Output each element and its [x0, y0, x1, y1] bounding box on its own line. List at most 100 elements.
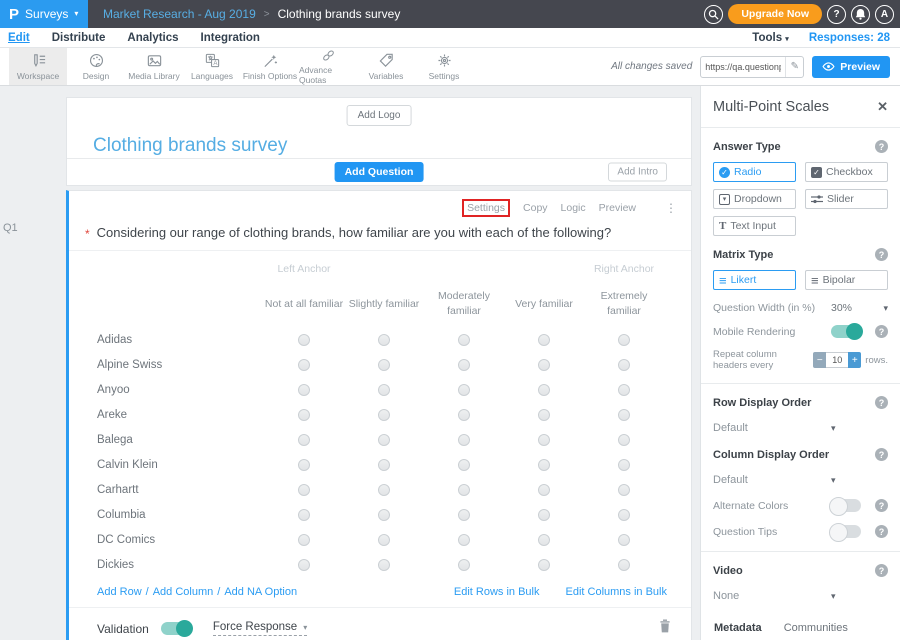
- search-button[interactable]: [704, 5, 723, 24]
- answer-type-text-input[interactable]: TText Input: [713, 216, 796, 236]
- radio-button[interactable]: [378, 559, 390, 571]
- responses-count[interactable]: Responses: 28: [809, 32, 890, 44]
- radio-button[interactable]: [378, 459, 390, 471]
- mobile-rendering-toggle[interactable]: [831, 325, 861, 338]
- question-text[interactable]: Considering our range of clothing brands…: [97, 225, 612, 240]
- radio-button[interactable]: [538, 559, 550, 571]
- add-na-option-link[interactable]: Add NA Option: [224, 586, 297, 598]
- toolbar-item-settings[interactable]: Settings: [415, 48, 473, 85]
- upgrade-now-button[interactable]: Upgrade Now: [728, 4, 822, 24]
- row-label[interactable]: Columbia: [69, 509, 264, 521]
- add-row-link[interactable]: Add Row: [97, 586, 142, 598]
- radio-button[interactable]: [298, 459, 310, 471]
- kebab-menu-icon[interactable]: ⋮: [665, 201, 677, 215]
- radio-button[interactable]: [378, 384, 390, 396]
- radio-button[interactable]: [378, 484, 390, 496]
- toolbar-item-variables[interactable]: Variables: [357, 48, 415, 85]
- edit-url-button[interactable]: ✎: [785, 57, 803, 77]
- edit-columns-in-bulk-link[interactable]: Edit Columns in Bulk: [566, 586, 668, 598]
- stepper-minus-button[interactable]: −: [813, 352, 826, 368]
- radio-button[interactable]: [458, 459, 470, 471]
- radio-button[interactable]: [378, 509, 390, 521]
- question-settings-button[interactable]: Settings: [462, 199, 510, 217]
- radio-button[interactable]: [538, 484, 550, 496]
- question-tips-toggle[interactable]: [831, 525, 861, 538]
- radio-button[interactable]: [618, 409, 630, 421]
- delete-question-button[interactable]: [659, 619, 671, 638]
- tab-distribute[interactable]: Distribute: [52, 32, 106, 44]
- column-header[interactable]: Extremely familiar: [584, 289, 664, 318]
- toolbar-item-advance-quotas[interactable]: Advance Quotas: [299, 48, 357, 85]
- help-button[interactable]: ?: [827, 5, 846, 24]
- validation-toggle[interactable]: [161, 622, 191, 635]
- radio-button[interactable]: [298, 484, 310, 496]
- radio-button[interactable]: [618, 509, 630, 521]
- help-icon[interactable]: ?: [875, 396, 888, 409]
- radio-button[interactable]: [298, 434, 310, 446]
- matrix-type-bipolar[interactable]: ≡Bipolar: [805, 270, 888, 290]
- radio-button[interactable]: [298, 534, 310, 546]
- toolbar-item-languages[interactable]: A Languages: [183, 48, 241, 85]
- help-icon[interactable]: ?: [875, 325, 888, 338]
- column-header[interactable]: Very familiar: [515, 297, 573, 312]
- radio-button[interactable]: [538, 509, 550, 521]
- radio-button[interactable]: [458, 534, 470, 546]
- radio-button[interactable]: [458, 409, 470, 421]
- tab-analytics[interactable]: Analytics: [127, 32, 178, 44]
- stepper-plus-button[interactable]: +: [848, 352, 861, 368]
- radio-button[interactable]: [458, 384, 470, 396]
- question-width-value[interactable]: 30%: [831, 302, 883, 314]
- add-logo-button[interactable]: Add Logo: [347, 105, 412, 126]
- row-label[interactable]: Carhartt: [69, 484, 264, 496]
- toolbar-item-media-library[interactable]: Media Library: [125, 48, 183, 85]
- alternate-colors-toggle[interactable]: [831, 499, 861, 512]
- answer-type-checkbox[interactable]: ✓Checkbox: [805, 162, 888, 182]
- row-label[interactable]: Areke: [69, 409, 264, 421]
- help-icon[interactable]: ?: [875, 140, 888, 153]
- left-anchor-label[interactable]: Left Anchor: [277, 263, 330, 275]
- right-anchor-label[interactable]: Right Anchor: [594, 263, 654, 275]
- radio-button[interactable]: [298, 359, 310, 371]
- toolbar-item-design[interactable]: Design: [67, 48, 125, 85]
- column-header[interactable]: Moderately familiar: [424, 289, 504, 318]
- preview-button[interactable]: Preview: [812, 56, 890, 78]
- survey-title[interactable]: Clothing brands survey: [93, 135, 287, 157]
- row-label[interactable]: Alpine Swiss: [69, 359, 264, 371]
- radio-button[interactable]: [378, 534, 390, 546]
- edit-rows-in-bulk-link[interactable]: Edit Rows in Bulk: [454, 586, 540, 598]
- radio-button[interactable]: [298, 509, 310, 521]
- radio-button[interactable]: [458, 359, 470, 371]
- tab-metadata[interactable]: Metadata: [713, 618, 763, 640]
- radio-button[interactable]: [538, 384, 550, 396]
- chevron-down-icon[interactable]: ▾: [883, 303, 888, 314]
- radio-button[interactable]: [618, 459, 630, 471]
- radio-button[interactable]: [538, 534, 550, 546]
- radio-button[interactable]: [378, 434, 390, 446]
- row-label[interactable]: Adidas: [69, 334, 264, 346]
- row-label[interactable]: Anyoo: [69, 384, 264, 396]
- survey-url-input[interactable]: [701, 62, 785, 72]
- radio-button[interactable]: [618, 534, 630, 546]
- radio-button[interactable]: [538, 359, 550, 371]
- radio-button[interactable]: [458, 484, 470, 496]
- help-icon[interactable]: ?: [875, 448, 888, 461]
- stepper-value-input[interactable]: [826, 352, 848, 368]
- toolbar-item-workspace[interactable]: Workspace: [9, 48, 67, 85]
- row-label[interactable]: Dickies: [69, 559, 264, 571]
- add-intro-button[interactable]: Add Intro: [608, 163, 667, 182]
- column-display-order-select[interactable]: Default ▾: [713, 474, 888, 486]
- radio-button[interactable]: [458, 334, 470, 346]
- row-label[interactable]: DC Comics: [69, 534, 264, 546]
- video-select[interactable]: None ▾: [713, 590, 888, 602]
- radio-button[interactable]: [538, 334, 550, 346]
- breadcrumb-parent[interactable]: Market Research - Aug 2019: [103, 7, 256, 21]
- radio-button[interactable]: [618, 484, 630, 496]
- row-label[interactable]: Calvin Klein: [69, 459, 264, 471]
- tab-edit[interactable]: Edit: [8, 32, 30, 44]
- validation-mode-select[interactable]: Force Response▾: [213, 621, 307, 636]
- product-menu[interactable]: P Surveys ▾: [0, 0, 88, 28]
- radio-button[interactable]: [618, 384, 630, 396]
- radio-button[interactable]: [298, 409, 310, 421]
- add-question-button[interactable]: Add Question: [335, 162, 424, 182]
- add-column-link[interactable]: Add Column: [153, 586, 214, 598]
